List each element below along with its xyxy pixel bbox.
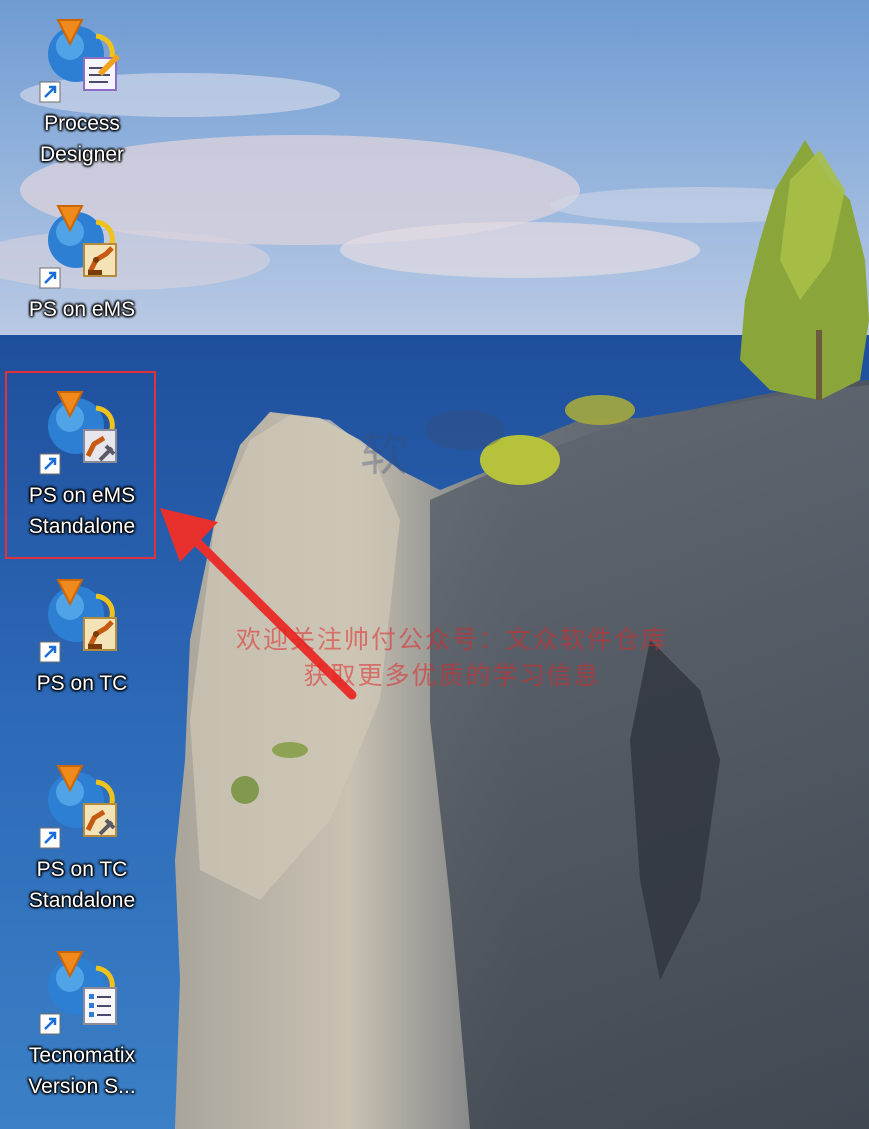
watermark-line-1: 欢迎关注帅付公众号：文众软件仓库 [235,626,668,654]
annotation-arrow [160,508,357,700]
watermark-line-2: 获取更多优质的学习信息 [303,662,601,690]
watermark-text: 欢迎关注帅付公众号：文众软件仓库 获取更多优质的学习信息 [162,622,742,694]
desktop[interactable]: 软 Process Designer PS on eMS PS on eMS S… [0,0,869,1129]
